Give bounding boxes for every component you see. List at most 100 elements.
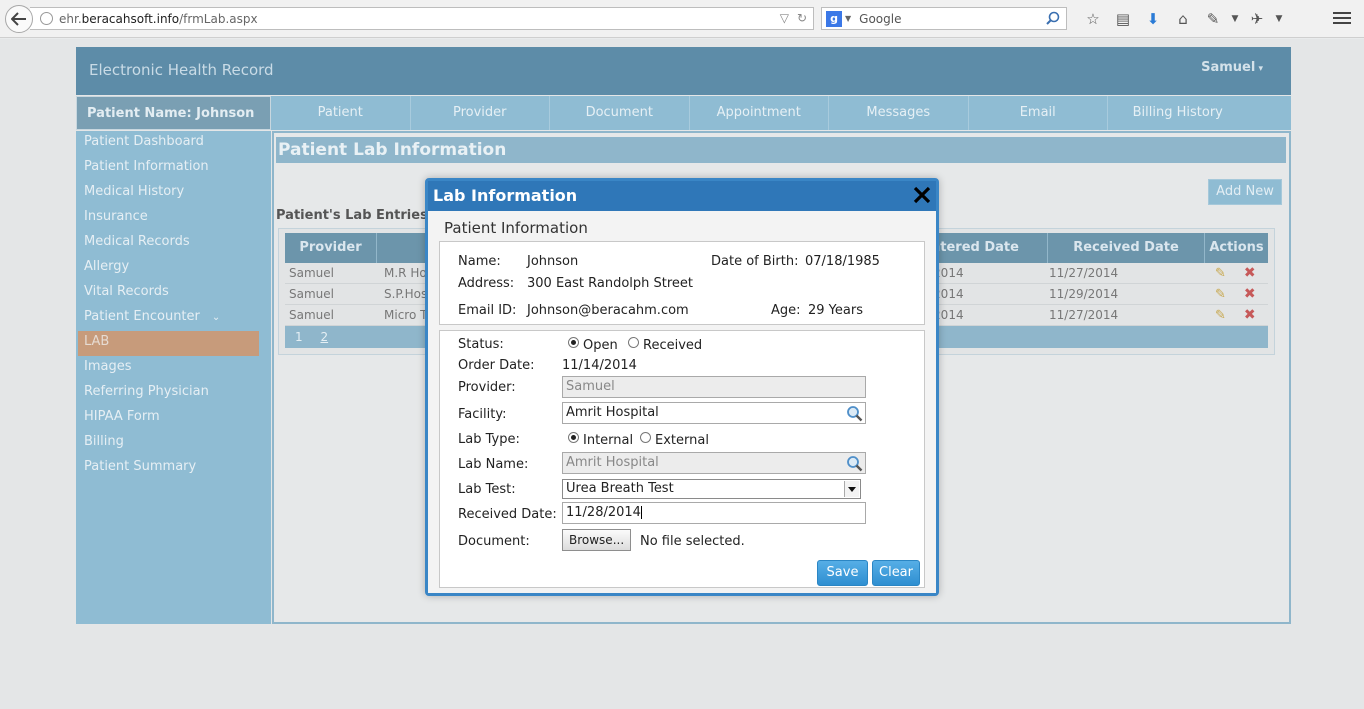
address-value: 300 East Randolph Street	[527, 276, 694, 291]
sidebar-item-billing[interactable]: Billing	[76, 431, 271, 456]
pencil-icon[interactable]: ✎	[1215, 287, 1226, 302]
pencil-icon[interactable]: ✎	[1215, 308, 1226, 323]
magnifier-icon[interactable]	[1046, 11, 1060, 25]
close-icon[interactable]	[912, 185, 932, 205]
sidebar-item-hipaa-form[interactable]: HIPAA Form	[76, 406, 271, 431]
tab-email[interactable]: Email	[969, 96, 1108, 130]
entries-label: Patient's Lab Entries	[276, 208, 428, 223]
lab-type-external-label: External	[655, 433, 709, 448]
document-label: Document:	[458, 534, 530, 549]
lab-name-field[interactable]: Amrit Hospital	[562, 452, 866, 474]
search-engine-dropdown-icon[interactable]: ▼	[845, 14, 851, 23]
status-label: Status:	[458, 337, 504, 352]
sidebar-item-patient-dashboard[interactable]: Patient Dashboard	[76, 131, 271, 156]
tab-document[interactable]: Document	[550, 96, 690, 130]
status-open-radio[interactable]	[568, 337, 579, 348]
tab-billing-history[interactable]: Billing History	[1108, 96, 1248, 130]
order-date-value: 11/14/2014	[562, 358, 637, 373]
google-logo-icon: g	[826, 10, 842, 27]
status-received-radio[interactable]	[628, 337, 639, 348]
received-date-field[interactable]: 11/28/2014	[562, 502, 866, 524]
page-2-link[interactable]: 2	[320, 330, 328, 344]
sidebar-item-insurance[interactable]: Insurance	[76, 206, 271, 231]
tab-appointment[interactable]: Appointment	[690, 96, 829, 130]
tab-messages[interactable]: Messages	[829, 96, 969, 130]
delete-icon[interactable]: ✖	[1244, 265, 1256, 281]
tab-provider[interactable]: Provider	[411, 96, 550, 130]
lab-type-external-radio[interactable]	[640, 432, 651, 443]
name-label: Name:	[458, 254, 501, 269]
sidebar-item-patient-encounter[interactable]: Patient Encounter ⌄	[76, 306, 271, 331]
sidebar-item-images[interactable]: Images	[76, 356, 271, 381]
patient-info-box: Name: Johnson Date of Birth: 07/18/1985 …	[439, 241, 925, 325]
lab-test-select[interactable]: Urea Breath Test	[562, 479, 861, 499]
page-1-link[interactable]: 1	[295, 330, 303, 344]
home-icon[interactable]: ⌂	[1168, 8, 1198, 30]
lab-type-internal-radio[interactable]	[568, 432, 579, 443]
dropdown-arrow-icon[interactable]: ▼	[1228, 8, 1242, 30]
chevron-down-icon: ⌄	[211, 312, 221, 323]
cell-provider: Samuel	[289, 287, 334, 301]
dialog-body: Patient Information Name: Johnson Date o…	[428, 211, 936, 593]
back-button[interactable]	[5, 5, 33, 33]
order-date-label: Order Date:	[458, 358, 535, 373]
facility-label: Facility:	[458, 407, 507, 422]
cell-provider: Samuel	[289, 266, 334, 280]
column-header-actions: Actions	[1209, 240, 1264, 255]
sidebar-item-patient-information[interactable]: Patient Information	[76, 156, 271, 181]
user-menu[interactable]: Samuel ▾	[1201, 60, 1263, 75]
save-button[interactable]: Save	[817, 560, 868, 586]
caret-down-icon: ▾	[1255, 64, 1263, 74]
delete-icon[interactable]: ✖	[1244, 307, 1256, 323]
download-icon[interactable]: ⬇	[1138, 8, 1168, 30]
bookmark-star-icon[interactable]: ☆	[1078, 8, 1108, 30]
sidebar-item-vital-records[interactable]: Vital Records	[76, 281, 271, 306]
dropdown-arrow-icon[interactable]: ▼	[1272, 8, 1286, 30]
dropdown-arrow-icon[interactable]: ▽	[780, 11, 789, 25]
status-received-label: Received	[643, 338, 703, 353]
age-value: 29 Years	[808, 303, 863, 318]
email-label: Email ID:	[458, 303, 517, 318]
dob-value: 07/18/1985	[805, 254, 880, 269]
lab-name-search-icon[interactable]	[846, 455, 863, 472]
cell-entered: /2014	[929, 287, 964, 301]
section-title: Patient Information	[444, 219, 588, 237]
url-bar[interactable]: ehr.beracahsoft.info/frmLab.aspx ▽ ↻	[30, 7, 814, 30]
search-bar[interactable]: g ▼ Google	[821, 7, 1067, 30]
eyedropper-icon[interactable]: ✎	[1198, 8, 1228, 30]
browse-button[interactable]: Browse...	[562, 529, 632, 551]
facility-search-icon[interactable]	[846, 405, 863, 422]
tab-patient[interactable]: Patient	[271, 96, 411, 130]
sidebar-item-allergy[interactable]: Allergy	[76, 256, 271, 281]
cell-received: 11/27/2014	[1049, 308, 1119, 322]
search-placeholder: Google	[859, 11, 902, 26]
main-nav: Patient Name: Johnson Patient Provider D…	[76, 96, 1291, 130]
received-date-label: Received Date:	[458, 507, 557, 522]
dialog-title: Lab Information	[433, 186, 578, 205]
pencil-icon[interactable]: ✎	[1215, 266, 1226, 281]
globe-icon	[40, 12, 53, 25]
lab-name-label: Lab Name:	[458, 457, 529, 472]
address-label: Address:	[458, 276, 515, 291]
sidebar-item-lab[interactable]: LAB	[78, 331, 259, 356]
add-new-button[interactable]: Add New	[1208, 179, 1282, 205]
sidebar-item-referring-physician[interactable]: Referring Physician	[76, 381, 271, 406]
lab-test-label: Lab Test:	[458, 482, 516, 497]
column-header-provider: Provider	[285, 233, 377, 263]
addon-icon[interactable]: ✈	[1242, 8, 1272, 30]
reading-list-icon[interactable]: ▤	[1108, 8, 1138, 30]
browser-toolbar: ehr.beracahsoft.info/frmLab.aspx ▽ ↻ g ▼…	[0, 0, 1364, 38]
reload-icon[interactable]: ↻	[797, 11, 807, 25]
no-file-text: No file selected.	[640, 534, 745, 549]
lab-form: Status: Open Received Order Date: 11/14/…	[439, 330, 925, 588]
provider-label: Provider:	[458, 380, 516, 395]
sidebar-item-medical-history[interactable]: Medical History	[76, 181, 271, 206]
facility-field[interactable]: Amrit Hospital	[562, 402, 866, 424]
cell-entered: /2014	[929, 308, 964, 322]
back-arrow-icon	[11, 12, 26, 26]
sidebar-item-patient-summary[interactable]: Patient Summary	[76, 456, 271, 481]
clear-button[interactable]: Clear	[872, 560, 920, 586]
delete-icon[interactable]: ✖	[1244, 286, 1256, 302]
sidebar-item-medical-records[interactable]: Medical Records	[76, 231, 271, 256]
hamburger-menu-icon[interactable]	[1333, 9, 1351, 27]
